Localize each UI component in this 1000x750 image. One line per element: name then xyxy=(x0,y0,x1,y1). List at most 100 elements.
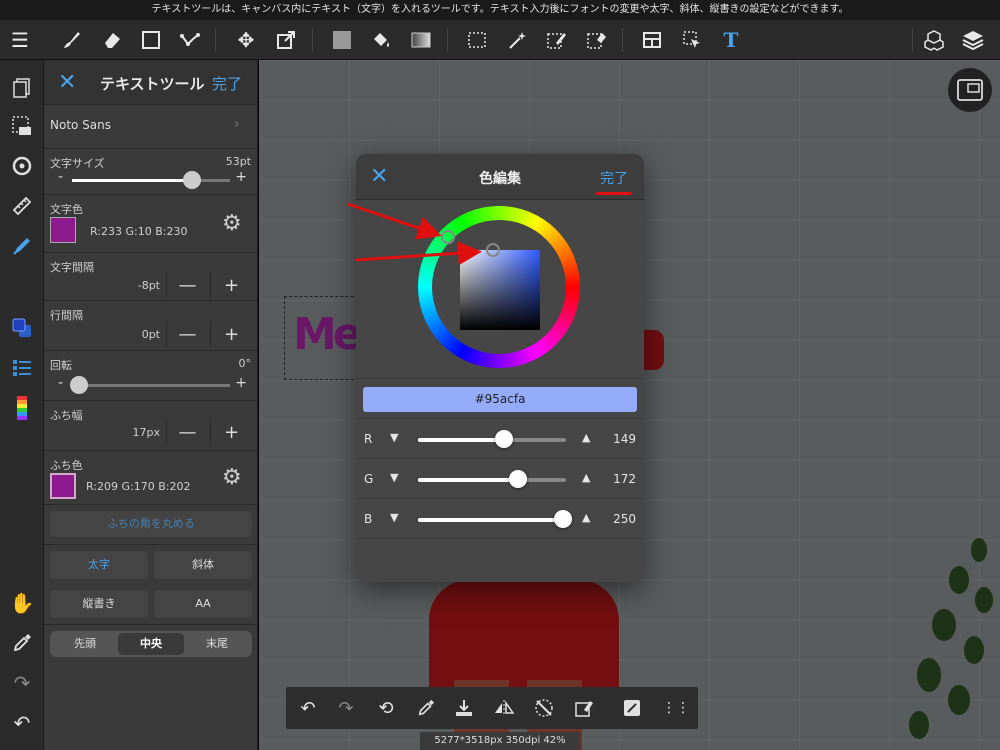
material-list-icon[interactable] xyxy=(0,350,44,386)
shape-tool-icon[interactable] xyxy=(131,20,171,60)
bold-button[interactable]: 太字 xyxy=(50,551,148,579)
dialog-done-button[interactable]: 完了 xyxy=(600,168,628,188)
channel-slider[interactable] xyxy=(418,470,566,488)
border-width-value: 17px xyxy=(132,426,161,439)
channel-slider-knob[interactable] xyxy=(508,470,527,488)
frame-divider-icon[interactable] xyxy=(632,20,672,60)
decrement-arrow[interactable]: ▼ xyxy=(390,511,398,524)
increment-arrow[interactable]: ▲ xyxy=(582,471,590,484)
rotation-row: 回転 0° - + xyxy=(44,350,257,400)
font-size-slider[interactable] xyxy=(72,171,230,189)
font-row[interactable]: Noto Sans › xyxy=(44,104,257,148)
line-spacing-minus[interactable]: — xyxy=(166,321,208,347)
more-grid-icon[interactable]: ⋮⋮ xyxy=(656,687,696,729)
transform-tool-icon[interactable] xyxy=(266,20,306,60)
hex-input[interactable]: #95acfa xyxy=(363,387,637,412)
selection-layer-icon[interactable] xyxy=(0,108,44,144)
clear-selection-icon[interactable] xyxy=(564,687,604,729)
magic-wand-icon[interactable] xyxy=(497,20,537,60)
align-start[interactable]: 先頭 xyxy=(52,633,118,655)
panel-done-button[interactable]: 完了 xyxy=(212,73,242,94)
italic-button[interactable]: 斜体 xyxy=(154,551,252,579)
pen-settings-icon[interactable] xyxy=(0,228,44,264)
increment-arrow[interactable]: ▲ xyxy=(582,431,590,444)
canvas-view-icon[interactable] xyxy=(612,687,652,729)
deselect-icon[interactable] xyxy=(524,687,564,729)
align-end[interactable]: 末尾 xyxy=(184,633,250,655)
3d-material-icon[interactable] xyxy=(914,20,954,60)
gradient-tool-icon[interactable] xyxy=(401,20,441,60)
brush-tool-icon[interactable] xyxy=(52,20,92,60)
flip-horizontal-icon[interactable] xyxy=(484,687,524,729)
rotation-plus[interactable]: + xyxy=(235,375,247,391)
border-color-swatch[interactable] xyxy=(50,473,76,499)
undo-icon[interactable]: ↶ xyxy=(288,687,328,729)
decrement-arrow[interactable]: ▼ xyxy=(390,431,398,444)
border-width-row: ふち幅 17px — + xyxy=(44,400,257,450)
redo-icon[interactable]: ↷ xyxy=(326,687,366,729)
bucket-tool-icon[interactable] xyxy=(361,20,401,60)
selection-eraser-icon[interactable] xyxy=(577,20,617,60)
border-width-plus[interactable]: + xyxy=(210,419,252,445)
align-center[interactable]: 中央 xyxy=(118,633,184,655)
rotate-canvas-icon[interactable]: ⟲ xyxy=(366,687,406,729)
undo-icon[interactable]: ↶ xyxy=(0,705,44,741)
redo-icon[interactable]: ↷ xyxy=(0,665,44,701)
save-icon[interactable] xyxy=(444,687,484,729)
channel-slider-knob[interactable] xyxy=(495,430,514,448)
ruler-icon[interactable] xyxy=(0,188,44,224)
eraser-tool-icon[interactable] xyxy=(92,20,132,60)
rotation-slider-knob[interactable] xyxy=(70,376,88,394)
hue-handle[interactable] xyxy=(441,230,455,244)
gear-icon[interactable]: ⚙ xyxy=(222,465,242,490)
operation-tool-icon[interactable] xyxy=(672,20,712,60)
decrement-arrow[interactable]: ▼ xyxy=(390,471,398,484)
increment-arrow[interactable]: ▲ xyxy=(582,511,590,524)
channel-slider-knob[interactable] xyxy=(554,510,573,528)
font-size-slider-knob[interactable] xyxy=(183,171,202,189)
toolbar-divider xyxy=(447,28,448,52)
canvas-status: 5277*3518px 350dpi 42% xyxy=(420,732,580,750)
text-color-swatch[interactable] xyxy=(50,217,76,243)
saturation-value-square[interactable] xyxy=(460,250,540,330)
selection-tool-icon[interactable] xyxy=(457,20,497,60)
polyline-tool-icon[interactable] xyxy=(170,20,210,60)
done-underline-annotation xyxy=(596,192,632,195)
gear-icon[interactable]: ⚙ xyxy=(222,211,242,236)
selection-pen-icon[interactable] xyxy=(537,20,577,60)
round-corners-button[interactable]: ふちの角を丸める xyxy=(50,511,252,537)
hand-tool-icon[interactable]: ✋ xyxy=(0,585,44,621)
round-corners-row: ふちの角を丸める xyxy=(44,504,257,544)
sv-handle[interactable] xyxy=(486,243,500,257)
navigator-button[interactable] xyxy=(948,68,992,112)
move-tool-icon[interactable]: ✥ xyxy=(226,20,266,60)
color-icon[interactable] xyxy=(0,310,44,346)
layers-icon[interactable] xyxy=(953,20,993,60)
font-size-plus[interactable]: + xyxy=(235,169,247,185)
vertical-button[interactable]: 縦書き xyxy=(50,590,148,618)
font-size-minus[interactable]: - xyxy=(58,169,63,185)
text-tool-icon[interactable]: T xyxy=(711,20,751,60)
eyedropper-icon[interactable] xyxy=(0,625,44,661)
antialias-button[interactable]: AA xyxy=(154,590,252,618)
letter-spacing-plus[interactable]: + xyxy=(210,272,252,298)
rotation-slider[interactable] xyxy=(70,376,230,394)
line-spacing-plus[interactable]: + xyxy=(210,321,252,347)
pages-icon[interactable] xyxy=(0,70,44,106)
menu-icon[interactable]: ☰ xyxy=(0,20,40,60)
font-size-value: 53pt xyxy=(225,155,251,168)
color-palette-icon[interactable] xyxy=(0,390,44,426)
rotation-minus[interactable]: - xyxy=(58,375,63,391)
fill-color-icon[interactable] xyxy=(322,20,362,60)
toolbar-divider xyxy=(215,28,216,52)
border-width-minus[interactable]: — xyxy=(166,419,208,445)
channel-slider[interactable] xyxy=(418,430,566,448)
slider-row-r: R ▼ ▲ 149 xyxy=(356,418,644,458)
channel-slider[interactable] xyxy=(418,510,573,528)
close-icon[interactable]: ✕ xyxy=(58,70,76,95)
snap-icon[interactable] xyxy=(0,148,44,184)
eyedropper-icon[interactable] xyxy=(406,687,446,729)
rotation-label: 回転 xyxy=(50,359,72,372)
letter-spacing-minus[interactable]: — xyxy=(166,272,208,298)
style-row-1: 太字 斜体 xyxy=(44,544,257,584)
